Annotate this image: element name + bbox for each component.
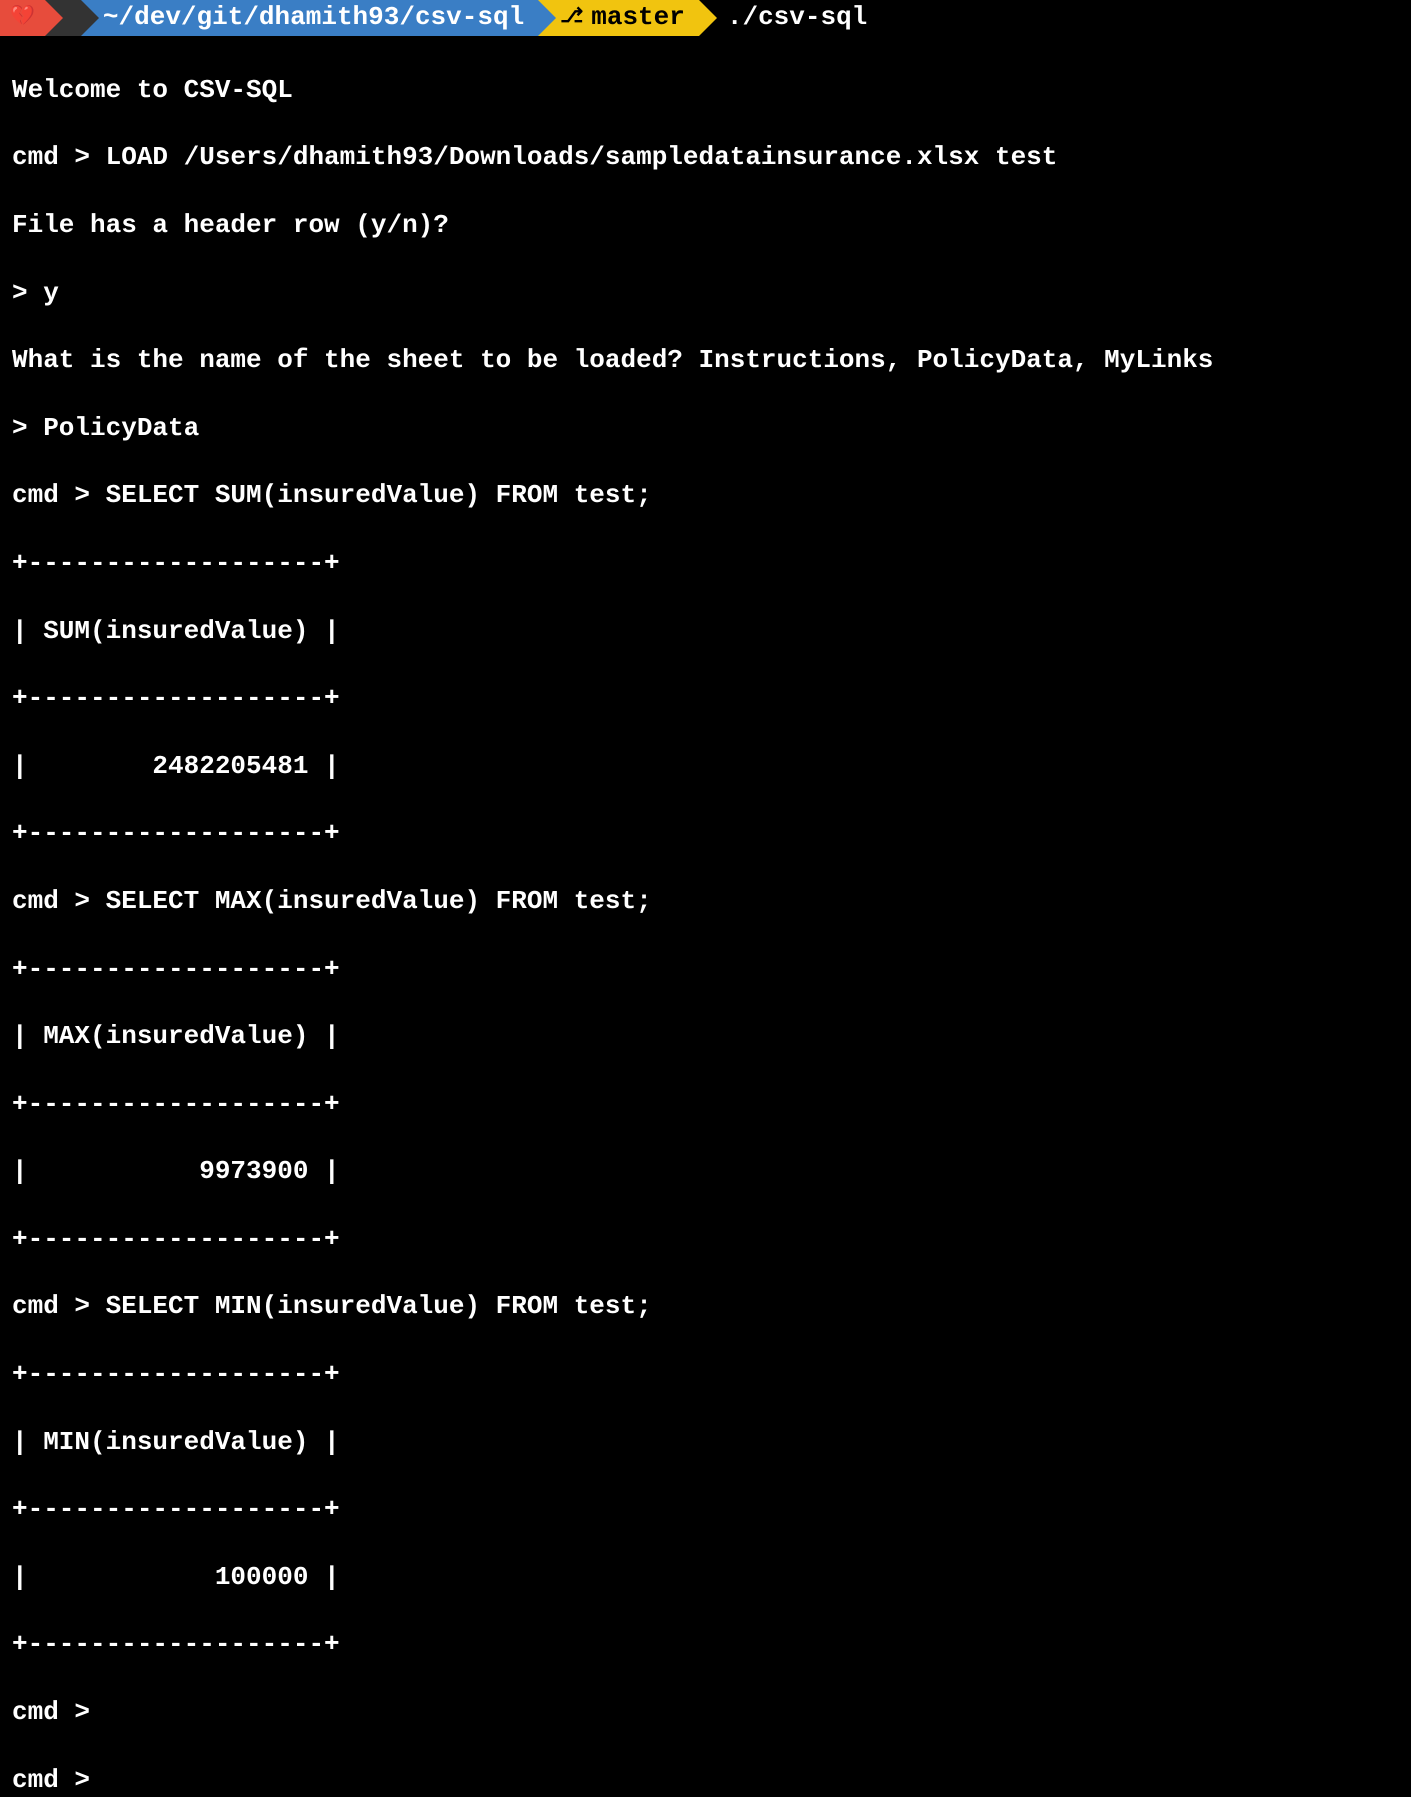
table-border: +-------------------+ <box>12 817 1399 851</box>
welcome-line: Welcome to CSV-SQL <box>12 74 1399 108</box>
table-border: +-------------------+ <box>12 953 1399 987</box>
query-max-cmd: cmd > SELECT MAX(insuredValue) FROM test… <box>12 885 1399 919</box>
prompt-segment-git: ⎇ master <box>538 0 699 36</box>
sheet-answer-line: > PolicyData <box>12 412 1399 446</box>
table-header: | MIN(insuredValue) | <box>12 1426 1399 1460</box>
executed-command: ./csv-sql <box>727 1 867 35</box>
shell-prompt-bar: 💔 ~/dev/git/dhamith93/csv-sql ⎇ master .… <box>0 0 1411 36</box>
table-border: +-------------------+ <box>12 1223 1399 1257</box>
load-command-line: cmd > LOAD /Users/dhamith93/Downloads/sa… <box>12 141 1399 175</box>
table-row: | 9973900 | <box>12 1155 1399 1189</box>
active-cmd-prompt[interactable]: cmd > <box>12 1765 106 1795</box>
query-min-cmd: cmd > SELECT MIN(insuredValue) FROM test… <box>12 1290 1399 1324</box>
prompt-segment-status: 💔 <box>0 0 45 36</box>
table-border: +-------------------+ <box>12 1628 1399 1662</box>
table-border: +-------------------+ <box>12 682 1399 716</box>
table-row: | 100000 | <box>12 1561 1399 1595</box>
table-header: | MAX(insuredValue) | <box>12 1020 1399 1054</box>
prompt-segment-command: ./csv-sql <box>699 0 881 36</box>
table-row: | 2482205481 | <box>12 750 1399 784</box>
git-branch-icon: ⎇ <box>560 5 583 31</box>
current-path: ~/dev/git/dhamith93/csv-sql <box>103 1 524 35</box>
terminal-output[interactable]: Welcome to CSV-SQL cmd > LOAD /Users/dha… <box>0 40 1411 1797</box>
empty-cmd-prompt: cmd > <box>12 1696 1399 1730</box>
header-prompt-line: File has a header row (y/n)? <box>12 209 1399 243</box>
table-border: +-------------------+ <box>12 1358 1399 1392</box>
prompt-segment-path: ~/dev/git/dhamith93/csv-sql <box>81 0 538 36</box>
table-border: +-------------------+ <box>12 1493 1399 1527</box>
git-branch-name: master <box>591 1 685 35</box>
table-border: +-------------------+ <box>12 547 1399 581</box>
header-answer-line: > y <box>12 277 1399 311</box>
table-border: +-------------------+ <box>12 1088 1399 1122</box>
broken-heart-icon: 💔 <box>10 5 35 31</box>
sheet-prompt-line: What is the name of the sheet to be load… <box>12 344 1399 378</box>
table-header: | SUM(insuredValue) | <box>12 615 1399 649</box>
query-sum-cmd: cmd > SELECT SUM(insuredValue) FROM test… <box>12 479 1399 513</box>
